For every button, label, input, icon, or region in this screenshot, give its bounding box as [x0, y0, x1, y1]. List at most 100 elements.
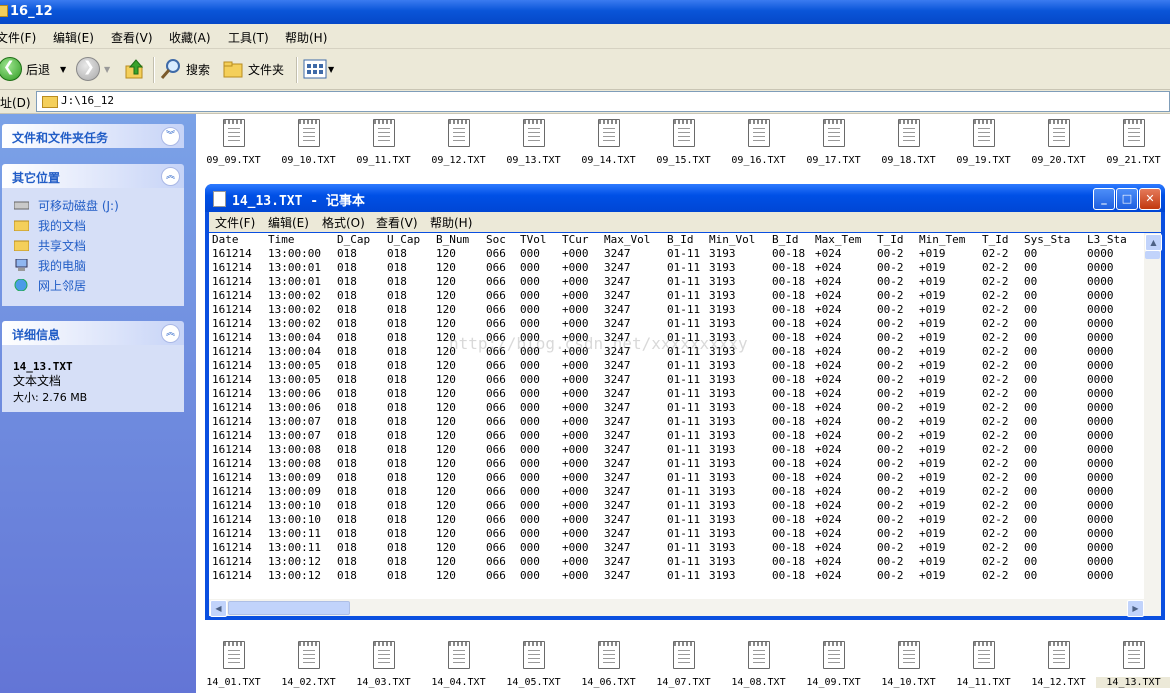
text-row: 161214 13:00:01 018 018 120 066 000 +000 3247 01-…	[209, 261, 1144, 275]
search-button[interactable]: 搜索	[160, 55, 210, 83]
notepad-title-bar[interactable]: 14_13.TXT - 记事本 _ □ ✕	[205, 184, 1165, 212]
scroll-right-icon[interactable]: ▶	[1127, 600, 1144, 617]
file-item[interactable]: 14_05.TXT	[496, 641, 571, 688]
file-item[interactable]: 14_06.TXT	[571, 641, 646, 688]
chevron-down-icon[interactable]: ▼	[328, 65, 334, 74]
file-item[interactable]: 09_19.TXT	[946, 119, 1021, 166]
details-header[interactable]: 详细信息 ︽	[2, 321, 184, 345]
file-item[interactable]: 09_09.TXT	[196, 119, 271, 166]
cell: 02-2	[982, 275, 1009, 288]
cell: 02-2	[982, 247, 1009, 260]
cell: 00-2	[877, 499, 904, 512]
file-item[interactable]: 09_20.TXT	[1021, 119, 1096, 166]
file-item[interactable]: 14_04.TXT	[421, 641, 496, 688]
scroll-up-icon[interactable]: ▲	[1145, 234, 1162, 251]
cell: 161214	[212, 345, 252, 358]
forward-button[interactable]: ▼	[76, 55, 110, 83]
file-item[interactable]: 14_03.TXT	[346, 641, 421, 688]
cell: 018	[337, 541, 357, 554]
file-item[interactable]: 14_09.TXT	[796, 641, 871, 688]
file-item[interactable]: 14_01.TXT	[196, 641, 271, 688]
cell: 018	[387, 387, 407, 400]
menu-file[interactable]: 文件(F)	[0, 29, 36, 46]
vertical-scrollbar[interactable]: ▲	[1144, 233, 1162, 599]
place-removable-disk[interactable]: 可移动磁盘 (J:)	[14, 196, 119, 214]
place-shared-documents[interactable]: 共享文档	[14, 236, 86, 254]
file-item[interactable]: 09_15.TXT	[646, 119, 721, 166]
cell: 01-11	[667, 247, 701, 260]
file-item[interactable]: 09_13.TXT	[496, 119, 571, 166]
file-item[interactable]: 09_10.TXT	[271, 119, 346, 166]
chevron-up-icon[interactable]: ︽	[161, 324, 180, 343]
cell: 3193	[709, 373, 736, 386]
chevron-down-icon[interactable]: ▼	[104, 65, 110, 74]
place-my-documents[interactable]: 我的文档	[14, 216, 86, 234]
file-item[interactable]: 14_10.TXT	[871, 641, 946, 688]
file-item[interactable]: 14_02.TXT	[271, 641, 346, 688]
menu-format[interactable]: 格式(O)	[322, 214, 365, 231]
file-tasks-header[interactable]: 文件和文件夹任务 ︾	[2, 124, 184, 148]
cell: 000	[520, 457, 540, 470]
folders-button[interactable]: 文件夹	[222, 55, 284, 83]
close-button[interactable]: ✕	[1139, 188, 1161, 210]
cell: 02-2	[982, 541, 1009, 554]
cell: 161214	[212, 499, 252, 512]
place-network[interactable]: 网上邻居	[14, 276, 86, 294]
views-button[interactable]: ▼	[303, 55, 334, 83]
up-folder-button[interactable]	[124, 55, 146, 83]
details-type: 文本文档	[13, 374, 62, 388]
file-item[interactable]: 09_14.TXT	[571, 119, 646, 166]
cell: 018	[387, 513, 407, 526]
file-item[interactable]: 14_12.TXT	[1021, 641, 1096, 688]
chevron-down-icon[interactable]: ︾	[161, 127, 180, 146]
file-item[interactable]: 14_08.TXT	[721, 641, 796, 688]
chevron-up-icon[interactable]: ︽	[161, 167, 180, 186]
file-item[interactable]: 09_21.TXT	[1096, 119, 1170, 166]
file-item[interactable]: 14_11.TXT	[946, 641, 1021, 688]
menu-help[interactable]: 帮助(H)	[285, 29, 327, 46]
menu-file[interactable]: 文件(F)	[215, 214, 255, 231]
explorer-title-bar[interactable]: 16_12	[0, 0, 1170, 24]
cell: 01-11	[667, 457, 701, 470]
menu-edit[interactable]: 编辑(E)	[268, 214, 309, 231]
chevron-down-icon[interactable]: ▼	[60, 65, 66, 74]
file-item[interactable]: 09_17.TXT	[796, 119, 871, 166]
cell: 01-11	[667, 527, 701, 540]
menu-view[interactable]: 查看(V)	[111, 29, 153, 46]
file-item[interactable]: 09_18.TXT	[871, 119, 946, 166]
menu-edit[interactable]: 编辑(E)	[53, 29, 94, 46]
cell: 13:00:04	[268, 331, 321, 344]
text-file-icon	[972, 641, 995, 669]
cell: 018	[387, 359, 407, 372]
cell: 00-18	[772, 275, 806, 288]
menu-view[interactable]: 查看(V)	[376, 214, 418, 231]
computer-icon	[15, 259, 28, 271]
details-title: 详细信息	[12, 328, 61, 342]
text-file-icon	[672, 641, 695, 669]
cell: 13:00:09	[268, 485, 321, 498]
address-input[interactable]: J:\16_12	[36, 91, 1170, 112]
file-item[interactable]: 14_13.TXT	[1096, 641, 1170, 688]
menu-favorites[interactable]: 收藏(A)	[169, 29, 211, 46]
cell: +024	[815, 345, 842, 358]
notepad-text-area[interactable]: Date Time D_Cap U_Cap B_Num Soc TVol TCur Max_Vo…	[209, 233, 1144, 599]
back-button[interactable]: 后退 ▼	[0, 55, 66, 83]
cell: 3193	[709, 513, 736, 526]
horizontal-scrollbar[interactable]: ◀ ▶	[209, 599, 1161, 617]
menu-tools[interactable]: 工具(T)	[228, 29, 269, 46]
file-item[interactable]: 09_12.TXT	[421, 119, 496, 166]
minimize-button[interactable]: _	[1093, 188, 1115, 210]
file-item[interactable]: 09_16.TXT	[721, 119, 796, 166]
scroll-left-icon[interactable]: ◀	[210, 600, 227, 617]
place-label: 我的文档	[38, 218, 87, 233]
scroll-thumb[interactable]	[1145, 251, 1160, 259]
other-places-header[interactable]: 其它位置 ︽	[2, 164, 184, 188]
cell: 00-18	[772, 415, 806, 428]
menu-help[interactable]: 帮助(H)	[430, 214, 472, 231]
file-item[interactable]: 14_07.TXT	[646, 641, 721, 688]
place-my-computer[interactable]: 我的电脑	[14, 256, 86, 274]
file-item[interactable]: 09_11.TXT	[346, 119, 421, 166]
scroll-thumb[interactable]	[228, 601, 350, 615]
text-file-icon	[297, 119, 320, 147]
maximize-button[interactable]: □	[1116, 188, 1138, 210]
